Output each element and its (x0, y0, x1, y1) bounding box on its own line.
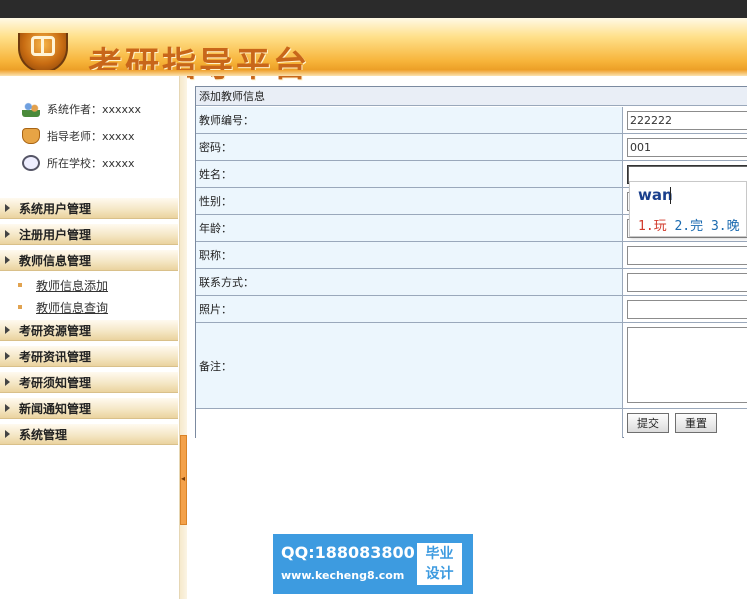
watermark-url: www.kecheng8.com (281, 569, 405, 582)
menu-label: 考研资讯管理 (19, 349, 92, 364)
school-label: 所在学校： (47, 157, 102, 170)
title-input[interactable] (627, 246, 747, 265)
submenu-label: 教师信息查询 (36, 300, 109, 315)
menu-label: 教师信息管理 (19, 253, 92, 268)
submenu-add-teacher[interactable]: 教师信息添加 (18, 276, 108, 294)
caret-right-icon (5, 352, 10, 360)
reset-button[interactable]: 重置 (675, 413, 717, 433)
submenu-label: 教师信息添加 (36, 278, 109, 293)
remark-label: 备注： (196, 323, 623, 408)
ime-composition: wan (638, 186, 673, 204)
row-contact: 联系方式： (196, 269, 747, 296)
menu-teacher-info[interactable]: 教师信息管理 (0, 250, 178, 271)
author-value: xxxxxx (102, 102, 142, 116)
contact-label: 联系方式： (196, 269, 623, 295)
teacher-label: 指导老师： (47, 130, 102, 143)
menu-system[interactable]: 系统管理 (0, 424, 178, 445)
caret-right-icon (5, 230, 10, 238)
page-header: 考研指导平台 (0, 18, 747, 85)
title-label: 职称： (196, 242, 623, 268)
school-value: xxxxx (102, 156, 135, 170)
sidebar: 系统作者： xxxxxx 指导老师： xxxxx 所在学校： xxxxx 系统用… (0, 76, 180, 599)
name-label: 姓名： (196, 161, 623, 187)
row-number: 教师编号： (196, 107, 747, 134)
caret-right-icon (5, 378, 10, 386)
menu-label: 考研资源管理 (19, 323, 92, 338)
watermark-badge-line1: 毕业 (425, 546, 454, 562)
menu-label: 系统用户管理 (19, 201, 92, 216)
password-label: 密码： (196, 134, 623, 160)
bullet-icon (18, 283, 22, 287)
submit-button[interactable]: 提交 (627, 413, 669, 433)
menu-news-info[interactable]: 考研资讯管理 (0, 346, 178, 367)
menu-resources[interactable]: 考研资源管理 (0, 320, 178, 341)
row-remark: 备注： (196, 323, 747, 409)
teacher-number-input[interactable] (627, 111, 747, 130)
menu-news-notify[interactable]: 新闻通知管理 (0, 398, 178, 419)
row-photo: 照片： (196, 296, 747, 323)
watermark-banner: QQ:188083800 www.kecheng8.com 毕业 设计 (273, 534, 473, 594)
caret-right-icon (5, 204, 10, 212)
collapse-sidebar-handle[interactable]: ◂ (180, 435, 187, 525)
school-info: 所在学校： xxxxx (22, 154, 135, 172)
actions-spacer (196, 409, 623, 438)
submenu-query-teacher[interactable]: 教师信息查询 (18, 298, 108, 316)
window-top-bar (0, 0, 747, 18)
remark-textarea[interactable] (627, 327, 747, 403)
ime-candidates: 1.玩 2.完 3.晚 (638, 215, 740, 234)
teacher-icon (22, 128, 40, 144)
form-title: 添加教师信息 (196, 87, 747, 106)
chevron-left-icon: ◂ (181, 474, 186, 483)
photo-label: 照片： (196, 296, 623, 322)
number-label: 教师编号： (196, 107, 623, 133)
author-label: 系统作者： (47, 103, 102, 116)
caret-right-icon (5, 326, 10, 334)
password-input[interactable] (627, 138, 747, 157)
age-label: 年龄： (196, 215, 623, 241)
ime-candidate-1[interactable]: 1.玩 (638, 219, 667, 234)
ime-caret (670, 187, 671, 204)
author-info: 系统作者： xxxxxx (22, 100, 141, 118)
row-password: 密码： (196, 134, 747, 161)
caret-right-icon (5, 430, 10, 438)
menu-label: 新闻通知管理 (19, 401, 92, 416)
ime-candidate-3[interactable]: 3.晚 (711, 219, 740, 234)
contact-input[interactable] (627, 273, 747, 292)
gender-label: 性别： (196, 188, 623, 214)
teacher-info: 指导老师： xxxxx (22, 127, 135, 145)
ime-candidate-popup: wan 1.玩 2.完 3.晚 (629, 181, 747, 237)
users-icon (22, 101, 40, 117)
watermark-badge: 毕业 设计 (417, 543, 462, 585)
photo-input[interactable] (627, 300, 747, 319)
watermark-badge-line2: 设计 (425, 566, 454, 582)
add-teacher-form: 添加教师信息 教师编号： 密码： 姓名： 性别： 年龄： 职称： 联系方式： 照… (195, 86, 747, 438)
ime-candidate-2[interactable]: 2.完 (674, 219, 703, 234)
bullet-icon (18, 305, 22, 309)
teacher-value: xxxxx (102, 129, 135, 143)
menu-label: 系统管理 (19, 427, 68, 442)
caret-right-icon (5, 404, 10, 412)
menu-system-users[interactable]: 系统用户管理 (0, 198, 178, 219)
watermark-qq: QQ:188083800 (281, 543, 415, 562)
menu-label: 考研须知管理 (19, 375, 92, 390)
menu-label: 注册用户管理 (19, 227, 92, 242)
row-title: 职称： (196, 242, 747, 269)
site-logo (18, 33, 68, 73)
menu-notices[interactable]: 考研须知管理 (0, 372, 178, 393)
menu-registered-users[interactable]: 注册用户管理 (0, 224, 178, 245)
row-actions: 提交 重置 (196, 409, 747, 438)
clock-icon (22, 155, 40, 171)
caret-right-icon (5, 256, 10, 264)
